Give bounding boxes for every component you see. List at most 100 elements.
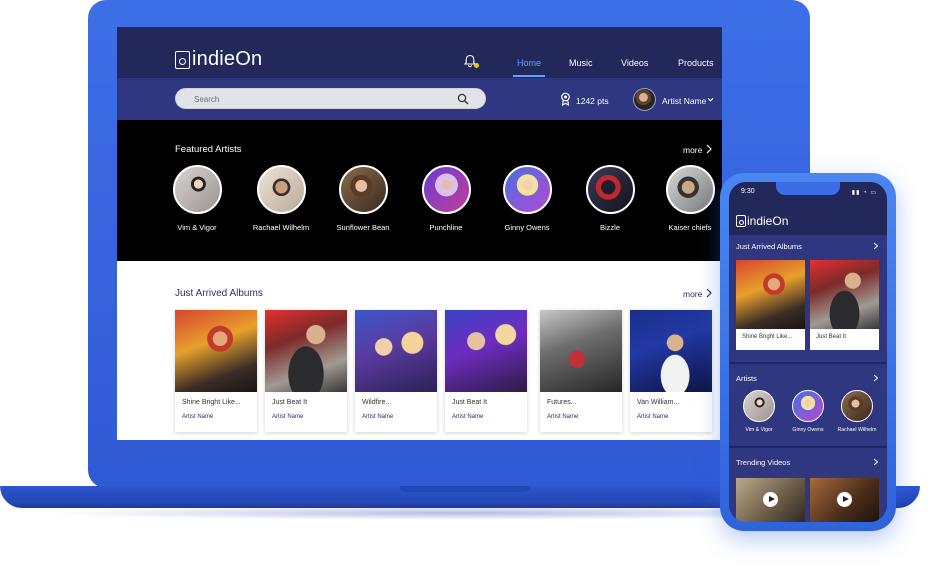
artist-name: Sunflower Bean [336, 223, 390, 232]
artist-name: Vim & Vigor [745, 427, 773, 433]
nav-videos[interactable]: Videos [621, 58, 648, 68]
album-card[interactable]: Just Beat It Artist Name [265, 310, 347, 432]
chevron-right-icon[interactable] [873, 374, 879, 382]
album-title: Just Beat It [452, 399, 488, 406]
user-name[interactable]: Artist Name [662, 96, 706, 106]
artist-card[interactable]: Vim & Vigor [157, 165, 237, 232]
nav-active-indicator [513, 75, 545, 77]
nav-home[interactable]: Home [517, 58, 541, 68]
phone-notch [776, 182, 840, 195]
badge-icon [561, 92, 570, 106]
phone-status-bar: 9:30 ▮▮ ◔ ▭ [729, 182, 887, 205]
artist-photo [792, 390, 824, 422]
artist-name: Rachael Wilhelm [837, 427, 877, 433]
just-arrived-albums-section: Just Arrived Albums more Shine Bright Li… [117, 261, 722, 440]
artist-photo [256, 165, 306, 214]
artist-card[interactable]: Ginny Owens [783, 390, 833, 433]
artist-card[interactable]: Kaiser chiefs [650, 165, 722, 232]
album-cover [355, 310, 437, 392]
album-title: Wildfire... [362, 399, 392, 406]
album-cover [265, 310, 347, 392]
album-artist: Artist Name [547, 414, 579, 420]
artist-name: Bizzle [599, 223, 620, 232]
laptop-screen: indieOn Home Music Videos Products Searc… [117, 27, 722, 440]
artist-name: Kaiser chiefs [668, 223, 712, 232]
artist-photo [665, 165, 715, 214]
status-time: 9:30 [741, 188, 755, 195]
search-input[interactable]: Search [175, 88, 486, 109]
artist-card[interactable]: Punchline [406, 165, 486, 232]
search-placeholder: Search [194, 95, 220, 104]
signal-battery-icon: ▮▮ ◔ ▭ [851, 190, 877, 196]
nav-music[interactable]: Music [569, 58, 593, 68]
featured-more-link[interactable]: more [683, 145, 702, 155]
avatar[interactable] [633, 88, 656, 111]
chevron-right-icon[interactable] [873, 242, 879, 250]
artist-photo [743, 390, 775, 422]
album-card[interactable]: Futures... Artist Name [540, 310, 622, 432]
logo-text: indieOn [192, 48, 263, 70]
artist-card[interactable]: Ginny Owens [487, 165, 567, 232]
phone-screen: 9:30 ▮▮ ◔ ▭ indieOn Just Arrived Albums … [729, 182, 887, 522]
artist-name: Rachael Wilhelm [252, 223, 310, 232]
album-artist: Artist Name [452, 414, 484, 420]
album-title: Shine Bright Like... [742, 334, 793, 340]
section-divider [729, 362, 887, 364]
search-bar-row: Search 1242 pts Artist Name [117, 78, 722, 120]
artist-card[interactable]: Vim & Vigor [734, 390, 784, 433]
album-cover [736, 260, 805, 329]
artist-name: Ginny Owens [504, 223, 550, 232]
artist-card[interactable]: Rachael Wilhelm [832, 390, 882, 433]
chevron-right-icon[interactable] [706, 288, 712, 298]
product-mockup: indieOn Home Music Videos Products Searc… [0, 0, 950, 585]
chevron-down-icon[interactable] [707, 96, 714, 103]
video-thumbnail[interactable] [810, 478, 879, 522]
phone-artists-title: Artists [736, 374, 757, 383]
phone-videos-title: Trending Videos [736, 458, 791, 467]
featured-artists-section: Featured Artists more Vim & Vigor Rachae… [117, 120, 722, 261]
search-icon[interactable] [457, 93, 469, 105]
artist-card[interactable]: Rachael Wilhelm [241, 165, 321, 232]
album-card[interactable]: Just Beat It [810, 260, 879, 350]
nav-products[interactable]: Products [678, 58, 714, 68]
artist-photo [841, 390, 873, 422]
chevron-right-icon[interactable] [706, 144, 712, 154]
album-artist: Artist Name [182, 414, 214, 420]
logo-text: indieOn [747, 214, 789, 228]
album-card[interactable]: Van William... Artist Name [630, 310, 712, 432]
artist-photo [502, 165, 552, 214]
album-title: Van William... [637, 399, 680, 406]
section-divider [729, 446, 887, 448]
album-card[interactable]: Just Beat It Artist Name [445, 310, 527, 432]
album-cover [445, 310, 527, 392]
play-icon[interactable] [837, 492, 852, 507]
points-value: 1242 pts [576, 96, 609, 106]
artist-card[interactable]: Sunflower Bean [323, 165, 403, 232]
laptop-notch [400, 486, 530, 492]
indieon-logo[interactable]: indieOn [175, 48, 262, 71]
albums-more-link[interactable]: more [683, 289, 702, 299]
album-cover [175, 310, 257, 392]
artist-name: Ginny Owens [792, 427, 824, 433]
play-icon[interactable] [763, 492, 778, 507]
artist-card[interactable]: Bizzle [570, 165, 650, 232]
artist-photo [172, 165, 222, 214]
artist-photo [421, 165, 471, 214]
phone-frame: 9:30 ▮▮ ◔ ▭ indieOn Just Arrived Albums … [720, 173, 896, 531]
music-note-icon [175, 50, 190, 69]
chevron-right-icon[interactable] [873, 458, 879, 466]
music-note-icon [736, 215, 746, 227]
indieon-logo[interactable]: indieOn [736, 214, 788, 228]
artist-name: Vim & Vigor [177, 223, 217, 232]
album-cover [630, 310, 712, 392]
artist-photo [585, 165, 635, 214]
album-card[interactable]: Shine Bright Like... Artist Name [175, 310, 257, 432]
notification-dot [474, 63, 479, 68]
phone-albums-title: Just Arrived Albums [736, 242, 802, 251]
artist-name: Punchline [429, 223, 463, 232]
album-artist: Artist Name [637, 414, 669, 420]
album-artist: Artist Name [362, 414, 394, 420]
video-thumbnail[interactable] [736, 478, 805, 522]
album-card[interactable]: Wildfire... Artist Name [355, 310, 437, 432]
album-card[interactable]: Shine Bright Like... [736, 260, 805, 350]
